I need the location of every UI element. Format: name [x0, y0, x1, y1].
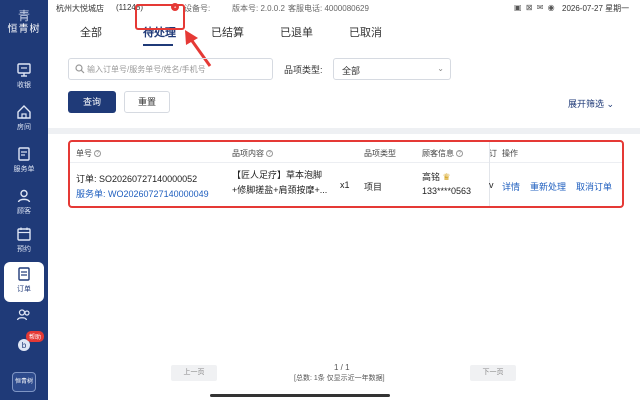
quantity: x1 [340, 180, 350, 190]
store-name: 杭州大悦城店 [56, 4, 104, 13]
version-label: 版本号: 2.0.0.2 [232, 4, 285, 13]
sidebar-item-service-order[interactable]: 服务单 [4, 142, 44, 182]
total-count: [总数: 1条 仅显示近一年数据] [294, 375, 385, 382]
search-input[interactable] [87, 61, 267, 77]
chevron-down-icon: ⌄ [437, 64, 444, 73]
page-indicator: 1 / 1 [334, 363, 350, 372]
sidebar-item-room[interactable]: 房间 [4, 100, 44, 140]
customer-icon [17, 189, 31, 203]
search-box[interactable] [68, 58, 273, 80]
customer-name-cell: 高铭 ♛ [422, 170, 451, 183]
service-no-cell[interactable]: 服务单: WO20260727140000049 [76, 187, 209, 200]
service-order-icon [18, 147, 30, 161]
expand-filter-link[interactable]: 展开筛选 ⌄ [568, 97, 614, 110]
detail-button[interactable]: 详情 [502, 180, 520, 193]
device-label: 设备号: [184, 4, 211, 13]
content-line-2: +修脚搓盐+肩颈按摩+... [232, 185, 328, 195]
item-type-value: 全部 [342, 66, 361, 76]
calendar-icon [17, 227, 31, 241]
help-question-icon[interactable]: ? [94, 150, 101, 158]
tab-settled[interactable]: 已结算 [211, 24, 244, 40]
next-page-button[interactable]: 下一页 [470, 365, 516, 381]
pager: 上一页 1 / 1 [总数: 1条 仅显示近一年数据] 下一页 [48, 360, 640, 384]
item-type-label: 品项类型: [284, 65, 323, 75]
home-icon [17, 105, 31, 119]
staff-icon [16, 309, 30, 321]
system-status-icons: ▣ ⊠ ✉ ◉ [514, 3, 556, 12]
brand-logo: 青 恒青树 [6, 10, 42, 36]
sidebar-item-label: 顾客 [17, 208, 31, 215]
sidebar: 青 恒青树 收银 房间 服务单 顾客 预约 订单 b 帮助 恒青树 [0, 0, 48, 400]
header-actions: 操作 [502, 149, 518, 158]
tab-highlight-box [135, 4, 185, 30]
reset-button[interactable]: 重置 [124, 91, 170, 113]
tab-all[interactable]: 全部 [80, 24, 102, 40]
customer-phone: 133****0563 [422, 186, 472, 196]
sidebar-item-customer[interactable]: 顾客 [4, 184, 44, 224]
logo-text: 恒青树 [7, 24, 41, 35]
help-question-icon[interactable]: ? [266, 150, 273, 158]
sidebar-item-appointment[interactable]: 预约 [4, 222, 44, 262]
logo-glyph: 青 [17, 9, 30, 23]
bottom-brand-logo: 恒青树 [12, 372, 36, 392]
phone-label: 客服电话: 4000080629 [288, 4, 369, 13]
header-order-no: 单号? [76, 148, 101, 159]
tab-cancelled[interactable]: 已取消 [349, 24, 382, 40]
sidebar-item-label: 收银 [17, 82, 31, 89]
sidebar-item-order[interactable]: 订单 [4, 262, 44, 302]
header-divider [70, 162, 622, 163]
header-customer-label: 顾客信息 [422, 149, 454, 158]
service-no-label: 服务单: [76, 189, 106, 199]
order-no-label: 订单: [76, 174, 97, 184]
sidebar-item-label: 预约 [17, 246, 31, 253]
vip-icon: ♛ [442, 172, 451, 182]
expand-filter-label: 展开筛选 [568, 99, 605, 109]
cashier-icon [17, 63, 31, 77]
sidebar-item-cashier[interactable]: 收银 [4, 58, 44, 98]
datetime: 2026-07-27 星期一 [562, 4, 630, 13]
prev-page-button[interactable]: 上一页 [171, 365, 217, 381]
order-icon [18, 267, 30, 281]
search-icon [75, 64, 85, 74]
header-item-type: 品项类型 [364, 149, 396, 158]
help-question-icon[interactable]: ? [456, 150, 463, 158]
section-divider [48, 128, 640, 134]
chevron-down-icon: ⌄ [606, 99, 615, 109]
order-no-value: SO20260727140000052 [99, 174, 198, 184]
query-button[interactable]: 查询 [68, 91, 116, 113]
header-customer: 顾客信息? [422, 148, 463, 159]
hidden-column-cell: v [489, 180, 494, 190]
column-shadow-divider [489, 142, 490, 206]
item-type-select[interactable]: 全部 ⌄ [333, 58, 451, 80]
customer-name: 高铭 [422, 172, 441, 182]
content-line-1: 【匠人足疗】草本泡脚 [232, 170, 323, 180]
reprocess-button[interactable]: 重新处理 [530, 180, 566, 193]
service-no-value: WO20260727140000049 [108, 189, 209, 199]
help-badge: 帮助 [26, 331, 45, 342]
home-indicator[interactable] [210, 394, 390, 397]
header-content: 品项内容? [232, 148, 273, 159]
active-tab-underline [143, 44, 173, 46]
header-content-label: 品项内容 [232, 149, 264, 158]
svg-text:b: b [22, 341, 27, 350]
tab-refunded[interactable]: 已退单 [280, 24, 313, 40]
item-type-cell: 项目 [364, 182, 383, 192]
sidebar-item-label: 房间 [17, 124, 31, 131]
sidebar-item-label: 服务单 [13, 166, 35, 173]
order-no-cell: 订单: SO20260727140000052 [76, 172, 197, 185]
header-order-no-label: 单号 [76, 149, 92, 158]
header-hidden-column: 订 [489, 149, 497, 158]
order-table: 单号? 品项内容? 品项类型 顾客信息? 订 操作 订单: SO20260727… [68, 140, 624, 208]
cancel-order-button[interactable]: 取消订单 [576, 180, 612, 193]
sidebar-item-label: 订单 [17, 286, 31, 293]
